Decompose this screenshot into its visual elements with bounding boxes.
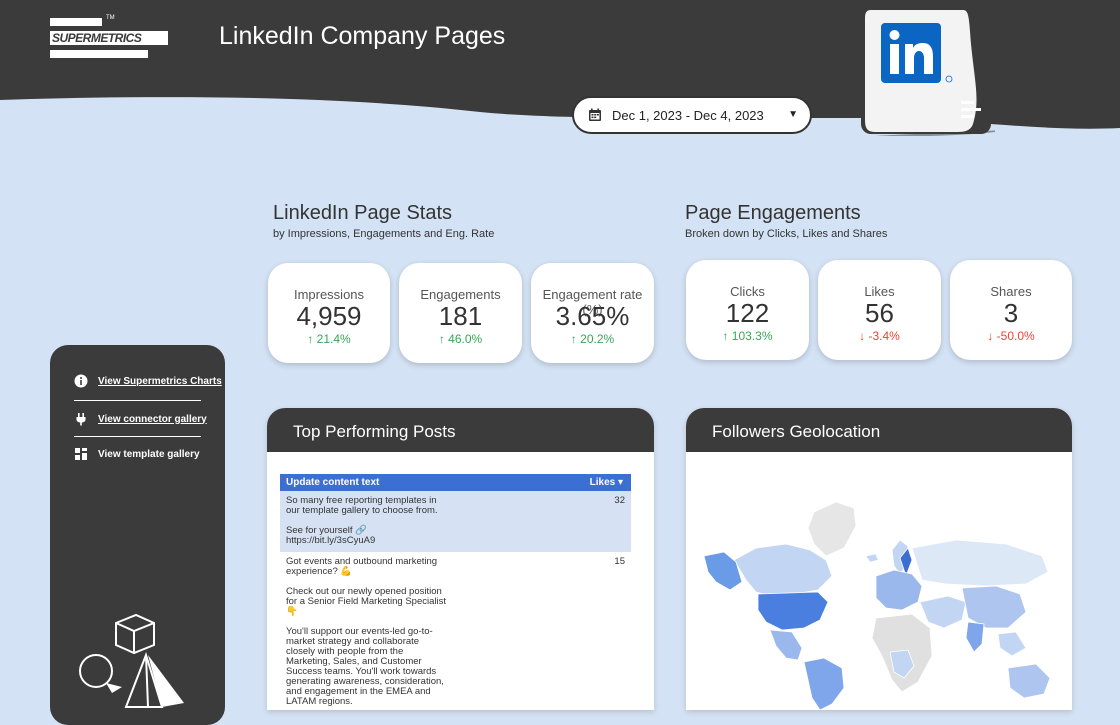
sidebar-item-label: View template gallery: [98, 448, 200, 460]
geolocation-panel: Followers Geolocation: [686, 408, 1072, 710]
scorecard-shares: Shares 3 ↓ -50.0%: [950, 260, 1072, 360]
brand-text: SUPERMETRICS: [52, 31, 142, 45]
linkedin-icon: [861, 7, 995, 136]
calendar-icon: [589, 108, 601, 121]
scorecard-engagements: Engagements 181 ↑ 46.0%: [399, 263, 522, 363]
scorecard-value: 4,959: [296, 301, 362, 331]
divider: [74, 436, 201, 437]
date-range-value: Dec 1, 2023 - Dec 4, 2023: [612, 107, 764, 123]
page-engagements-title: Page Engagements: [685, 202, 861, 224]
scorecard-engagement-rate: Engagement rate (%) 3.65% ↑ 20.2%: [531, 263, 654, 363]
top-posts-title: Top Performing Posts: [267, 408, 654, 452]
scorecard-value: 181: [438, 301, 483, 331]
sidebar: View Supermetrics Charts View connector …: [50, 345, 225, 725]
view-connector-gallery-link[interactable]: View connector gallery: [74, 412, 207, 426]
scorecard-label: Likes: [864, 284, 895, 299]
divider: [74, 400, 201, 401]
supermetrics-logo: SUPERMETRICS TM: [50, 15, 170, 60]
post-text: Got events and outbound marketing experi…: [286, 556, 446, 707]
view-template-gallery-link[interactable]: View template gallery: [74, 447, 200, 461]
chevron-down-icon: ▼: [788, 109, 798, 120]
view-supermetrics-charts-link[interactable]: View Supermetrics Charts: [74, 374, 222, 388]
post-likes: 32: [614, 495, 625, 506]
scorecard-impressions: Impressions 4,959 ↑ 21.4%: [268, 263, 390, 363]
scorecard-delta: ↑ 46.0%: [438, 332, 483, 346]
table-row[interactable]: Got events and outbound marketing experi…: [280, 552, 631, 710]
scorecard-value: 56: [865, 298, 894, 328]
table-header: Update content text Likes ▾: [280, 474, 631, 491]
column-header-content[interactable]: Update content text: [286, 477, 379, 488]
scorecard-label: Clicks: [730, 284, 765, 299]
geolocation-title: Followers Geolocation: [686, 408, 1072, 452]
scorecard-delta: ↑ 103.3%: [722, 329, 773, 343]
page-stats-title: LinkedIn Page Stats: [273, 202, 453, 224]
trademark: TM: [106, 15, 115, 21]
top-posts-panel: Top Performing Posts Update content text…: [267, 408, 654, 710]
scorecard-delta: ↑ 21.4%: [307, 332, 351, 346]
date-range-picker[interactable]: Dec 1, 2023 - Dec 4, 2023 ▼: [572, 96, 812, 134]
scorecard-delta: ↓ -3.4%: [859, 329, 900, 343]
post-likes: 15: [614, 556, 625, 567]
world-map[interactable]: [686, 452, 1072, 710]
sidebar-item-label: View Supermetrics Charts: [98, 375, 222, 387]
page-engagements-subtitle: Broken down by Clicks, Likes and Shares: [685, 228, 888, 240]
column-header-likes[interactable]: Likes ▾: [590, 477, 623, 488]
scorecard-value: 122: [725, 298, 770, 328]
scorecard-delta: ↓ -50.0%: [987, 329, 1035, 343]
plug-icon: [74, 412, 88, 426]
scorecard-label: Engagements: [420, 287, 501, 302]
page-title: LinkedIn Company Pages: [219, 22, 506, 50]
grid-icon: [74, 447, 88, 461]
info-icon: [74, 374, 88, 388]
scorecard-delta: ↑ 20.2%: [570, 332, 615, 346]
scorecard-label: Impressions: [293, 287, 365, 302]
post-text: So many free reporting templates in our …: [286, 495, 438, 546]
sidebar-item-label: View connector gallery: [98, 413, 207, 425]
page-stats-subtitle: by Impressions, Engagements and Eng. Rat…: [273, 228, 495, 240]
geometric-shapes-illustration: [79, 613, 184, 708]
scorecard-label: Shares: [990, 284, 1032, 299]
scorecard-clicks: Clicks 122 ↑ 103.3%: [686, 260, 809, 360]
scorecard-likes: Likes 56 ↓ -3.4%: [818, 260, 941, 360]
scorecard-value: 3.65%: [555, 301, 630, 331]
scorecard-value: 3: [1003, 298, 1019, 328]
table-row[interactable]: So many free reporting templates in our …: [280, 491, 631, 552]
